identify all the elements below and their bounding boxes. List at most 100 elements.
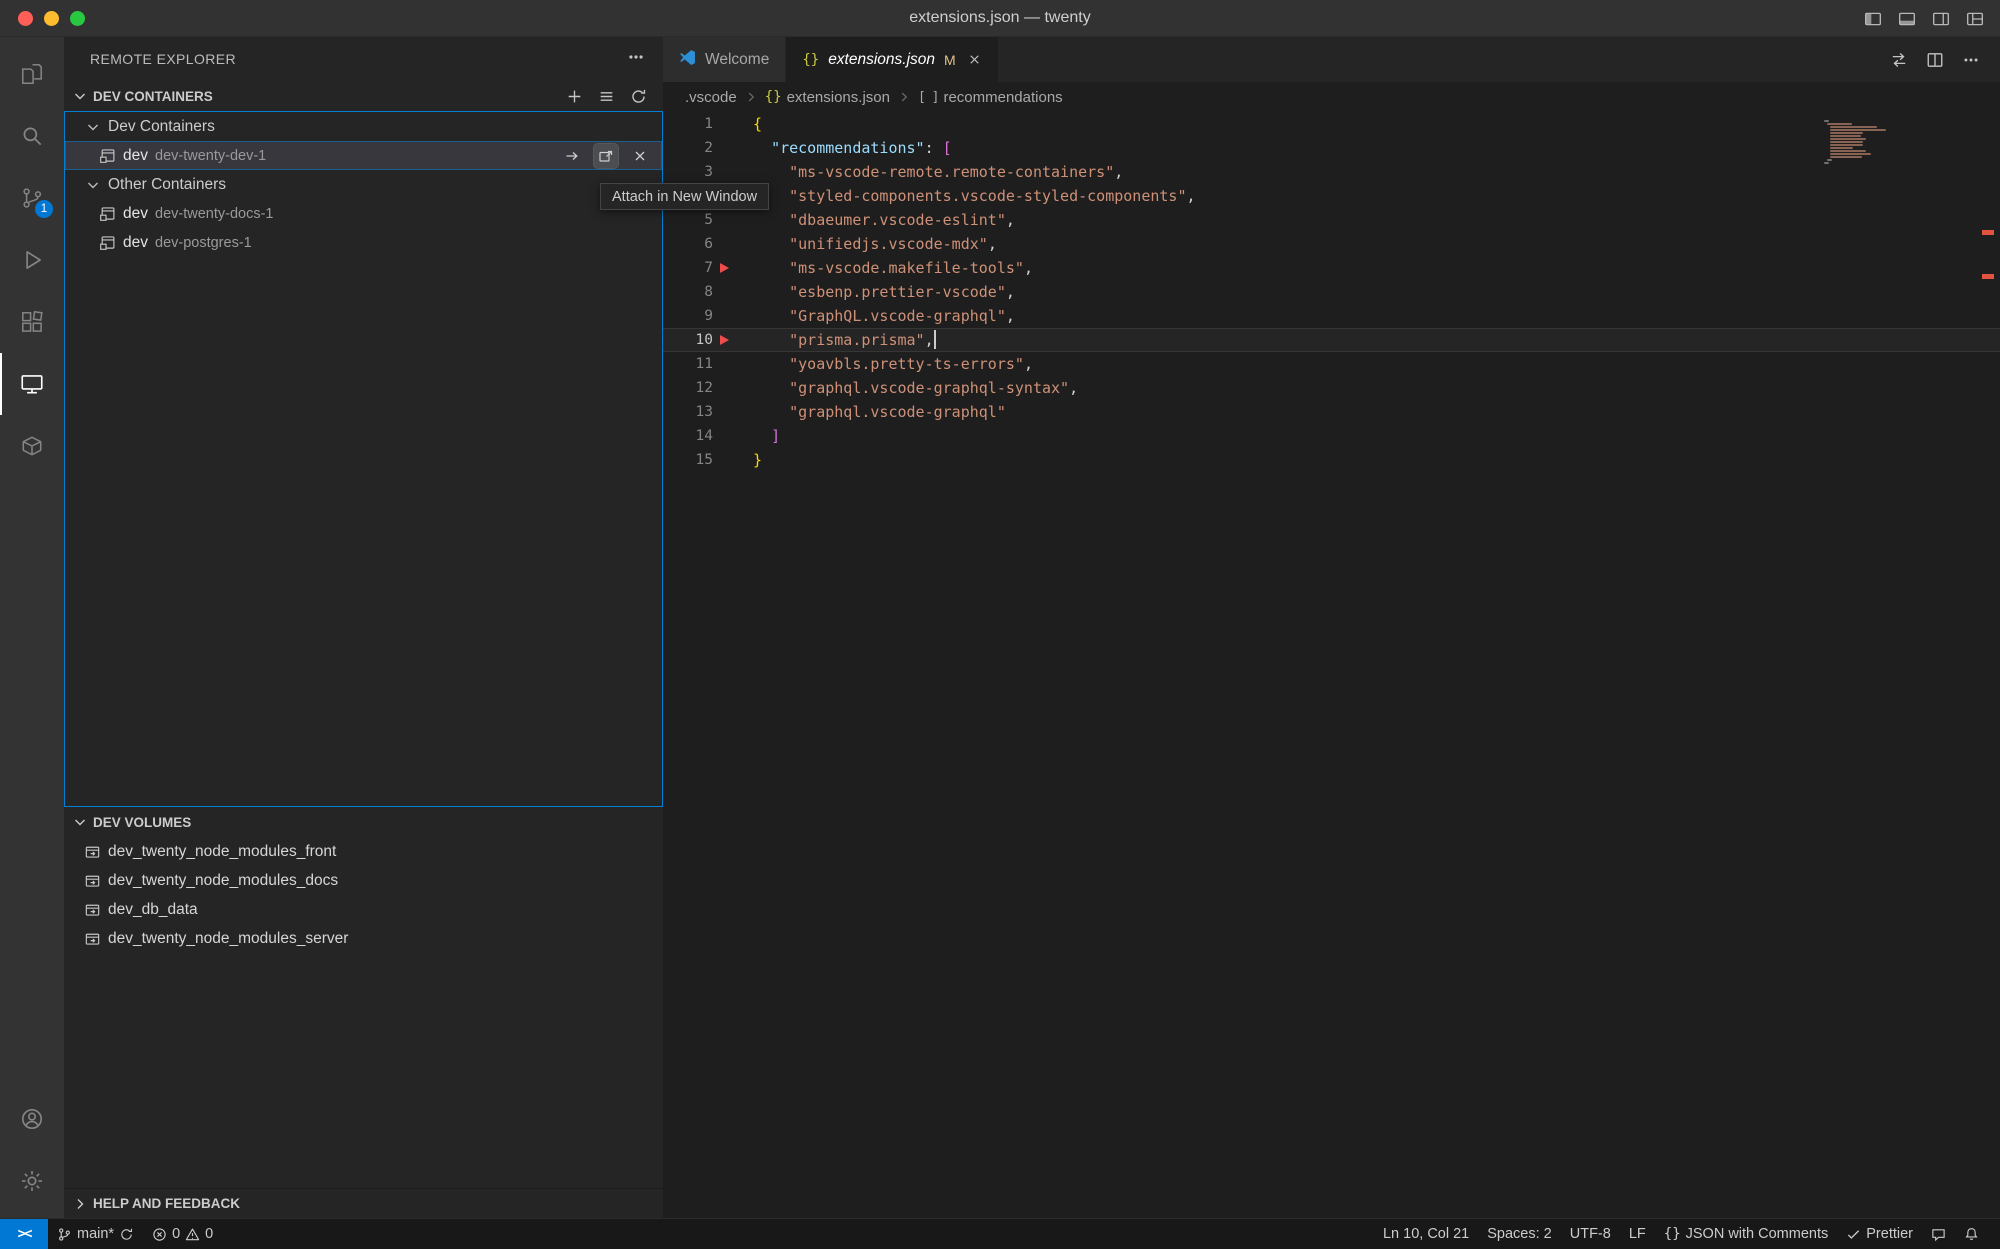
minimap[interactable] (1824, 120, 1888, 165)
explorer-icon[interactable] (0, 43, 64, 105)
volume-item[interactable]: dev_db_data (64, 895, 663, 924)
code-editor[interactable]: 1{2 "recommendations": [3 "ms-vscode-rem… (663, 112, 2000, 1218)
volume-name: dev_twenty_node_modules_docs (108, 872, 338, 890)
container-icon (99, 234, 116, 251)
title-bar: extensions.json — twenty (0, 0, 2000, 37)
container-name: dev (123, 205, 148, 223)
tab-label: Welcome (705, 51, 769, 69)
feedback-icon[interactable] (1922, 1219, 1955, 1249)
code-line: 11 "yoavbls.pretty-ts-errors", (663, 352, 2000, 376)
eol-status[interactable]: LF (1620, 1219, 1655, 1249)
line-number: 6 (663, 232, 753, 256)
check-icon (1846, 1227, 1861, 1242)
notifications-bell-icon[interactable] (1955, 1219, 1988, 1249)
remote-indicator[interactable]: >< (0, 1219, 48, 1249)
code-line: 1{ (663, 112, 2000, 136)
window-title: extensions.json — twenty (909, 9, 1090, 27)
line-number: 8 (663, 280, 753, 304)
toggle-sidebar-right-icon[interactable] (1932, 10, 1950, 28)
dev-volumes-section-header[interactable]: DEV VOLUMES (64, 807, 663, 837)
split-editor-icon[interactable] (1926, 51, 1944, 69)
open-changes-icon[interactable] (1890, 51, 1908, 69)
code-line: 10 "prisma.prisma", (663, 328, 2000, 352)
volume-name: dev_twenty_node_modules_server (108, 930, 348, 948)
tab-welcome[interactable]: Welcome (663, 37, 786, 82)
volume-icon (84, 901, 101, 918)
toggle-panel-icon[interactable] (1898, 10, 1916, 28)
line-number: 15 (663, 448, 753, 472)
minimize-window-button[interactable] (44, 11, 59, 26)
volume-item[interactable]: dev_twenty_node_modules_docs (64, 866, 663, 895)
container-group-row[interactable]: Dev Containers (65, 112, 662, 141)
code-line: 4 "styled-components.vscode-styled-compo… (663, 184, 2000, 208)
volume-item[interactable]: dev_twenty_node_modules_server (64, 924, 663, 953)
volume-item[interactable]: dev_twenty_node_modules_front (64, 837, 663, 866)
line-number: 13 (663, 400, 753, 424)
window-controls (18, 0, 85, 37)
breadcrumb-folder[interactable]: .vscode (685, 89, 737, 106)
container-item[interactable]: devdev-twenty-dev-1 (65, 141, 662, 170)
container-name: dev (123, 234, 148, 252)
code-line: 15} (663, 448, 2000, 472)
containers-icon[interactable] (0, 415, 64, 477)
text-cursor (934, 330, 936, 349)
dev-containers-section-header[interactable]: DEV CONTAINERS (64, 81, 663, 111)
source-control-icon[interactable]: 1 (0, 167, 64, 229)
line-number: 11 (663, 352, 753, 376)
chevron-down-icon (72, 814, 88, 830)
breadcrumb-file[interactable]: {}extensions.json (765, 89, 890, 106)
indentation-status[interactable]: Spaces: 2 (1478, 1219, 1561, 1249)
line-number: 1 (663, 112, 753, 136)
close-window-button[interactable] (18, 11, 33, 26)
git-branch-status[interactable]: main* (48, 1219, 143, 1249)
container-description: dev-twenty-dev-1 (155, 148, 266, 164)
problems-status[interactable]: 0 0 (143, 1219, 222, 1249)
help-feedback-section-header[interactable]: HELP AND FEEDBACK (64, 1188, 663, 1218)
container-item[interactable]: devdev-twenty-docs-1 (65, 199, 662, 228)
remove-container-icon[interactable] (628, 144, 652, 168)
cursor-position-status[interactable]: Ln 10, Col 21 (1374, 1219, 1478, 1249)
sidebar-more-actions-icon[interactable] (627, 48, 645, 71)
settings-gear-icon[interactable] (0, 1150, 64, 1212)
more-actions-icon[interactable] (1962, 51, 1980, 69)
code-line: 9 "GraphQL.vscode-graphql", (663, 304, 2000, 328)
line-number: 2 (663, 136, 753, 160)
tab-extensions-json[interactable]: {} extensions.json M (786, 37, 998, 82)
container-group-row[interactable]: Other Containers (65, 170, 662, 199)
braces-icon: {} (1664, 1226, 1681, 1242)
breadcrumb-symbol[interactable]: [ ]recommendations (918, 89, 1063, 106)
list-options-icon[interactable] (598, 88, 615, 105)
zoom-window-button[interactable] (70, 11, 85, 26)
search-icon[interactable] (0, 105, 64, 167)
toggle-sidebar-left-icon[interactable] (1864, 10, 1882, 28)
extensions-icon[interactable] (0, 291, 64, 353)
chevron-down-icon (85, 119, 101, 135)
add-container-icon[interactable] (566, 88, 583, 105)
close-tab-icon[interactable] (967, 52, 982, 67)
encoding-status[interactable]: UTF-8 (1561, 1219, 1620, 1249)
error-icon (152, 1227, 167, 1242)
gutter-marker-icon (720, 263, 729, 273)
json-file-icon: {} (802, 52, 819, 68)
dev-containers-tree: Dev Containersdevdev-twenty-dev-1Other C… (64, 111, 663, 807)
run-debug-icon[interactable] (0, 229, 64, 291)
customize-layout-icon[interactable] (1966, 10, 1984, 28)
account-icon[interactable] (0, 1088, 64, 1150)
refresh-icon[interactable] (630, 88, 647, 105)
remote-explorer-icon[interactable] (0, 353, 64, 415)
language-mode-status[interactable]: {} JSON with Comments (1655, 1219, 1837, 1249)
dev-volumes-label: DEV VOLUMES (93, 815, 191, 830)
branch-name: main* (77, 1226, 114, 1242)
vscode-window: extensions.json — twenty 1 (0, 0, 2000, 1249)
group-label: Dev Containers (108, 118, 215, 136)
attach-container-icon[interactable] (560, 144, 584, 168)
attach-new-window-icon[interactable] (594, 144, 618, 168)
container-item[interactable]: devdev-postgres-1 (65, 228, 662, 257)
warning-count: 0 (205, 1226, 213, 1242)
line-number: 7 (663, 256, 753, 280)
formatter-status[interactable]: Prettier (1837, 1219, 1922, 1249)
line-number: 12 (663, 376, 753, 400)
chevron-right-icon (72, 1196, 88, 1212)
status-bar: >< main* 0 0 Ln 10, Col 21 Spaces: 2 UTF… (0, 1218, 2000, 1249)
containers-tree: Dev Containersdevdev-twenty-dev-1Other C… (65, 112, 662, 257)
